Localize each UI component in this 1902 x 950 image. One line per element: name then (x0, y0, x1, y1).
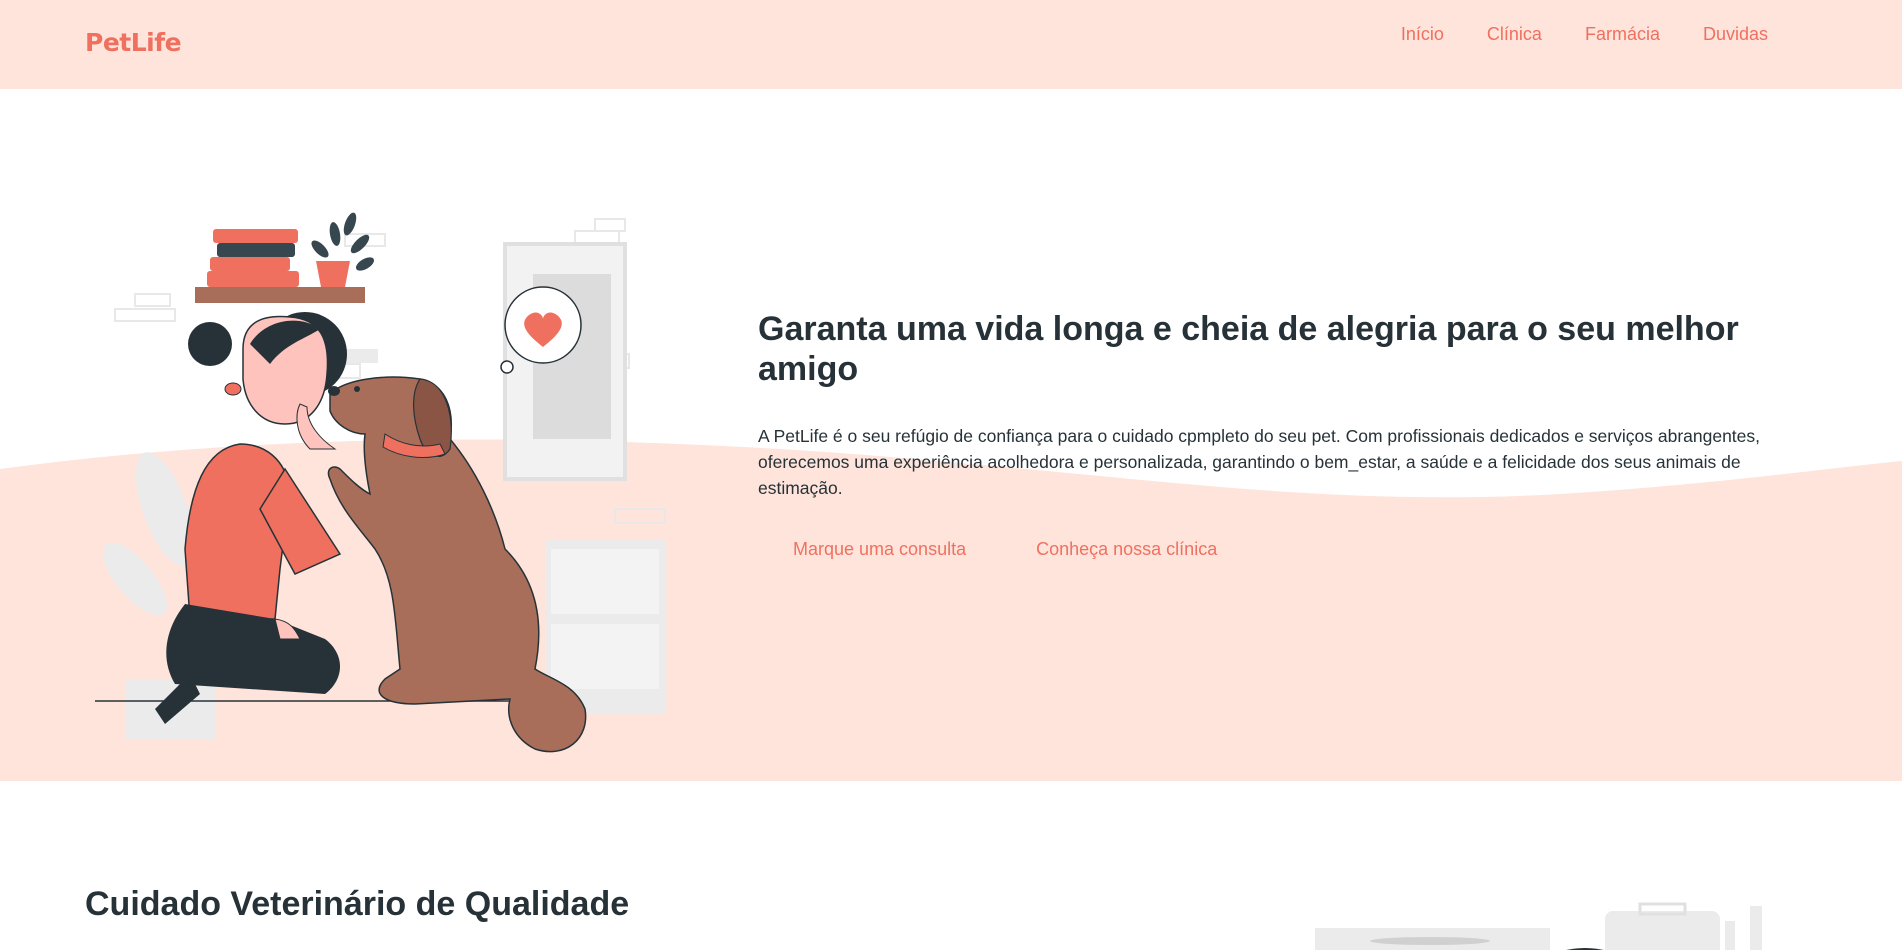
main-nav: Início Clínica Farmácia Duvidas (1401, 24, 1768, 45)
nav-link-farmacia[interactable]: Farmácia (1585, 24, 1660, 45)
clinic-illustration (1315, 902, 1762, 950)
woman-and-dog-illustration (95, 212, 666, 753)
nav-link-inicio[interactable]: Início (1401, 24, 1444, 45)
hero-content: Garanta uma vida longa e cheia de alegri… (758, 309, 1788, 568)
logo[interactable]: PetLife (85, 28, 182, 57)
site-header: PetLife Início Clínica Farmácia Duvidas (0, 0, 1902, 89)
vet-care-section: Cuidado Veterinário de Qualidade (0, 781, 1902, 950)
hero-section: Garanta uma vida longa e cheia de alegri… (0, 89, 1902, 781)
section-title: Cuidado Veterinário de Qualidade (85, 885, 630, 923)
nav-link-duvidas[interactable]: Duvidas (1703, 24, 1768, 45)
book-appointment-link[interactable]: Marque uma consulta (758, 531, 1001, 568)
hero-description: A PetLife é o seu refúgio de confiança p… (758, 426, 1761, 498)
visit-clinic-link[interactable]: Conheça nossa clínica (1001, 531, 1252, 568)
nav-link-clinica[interactable]: Clínica (1487, 24, 1542, 45)
hero-actions: Marque uma consulta Conheça nossa clínic… (758, 531, 1788, 568)
hero-title: Garanta uma vida longa e cheia de alegri… (758, 310, 1739, 388)
